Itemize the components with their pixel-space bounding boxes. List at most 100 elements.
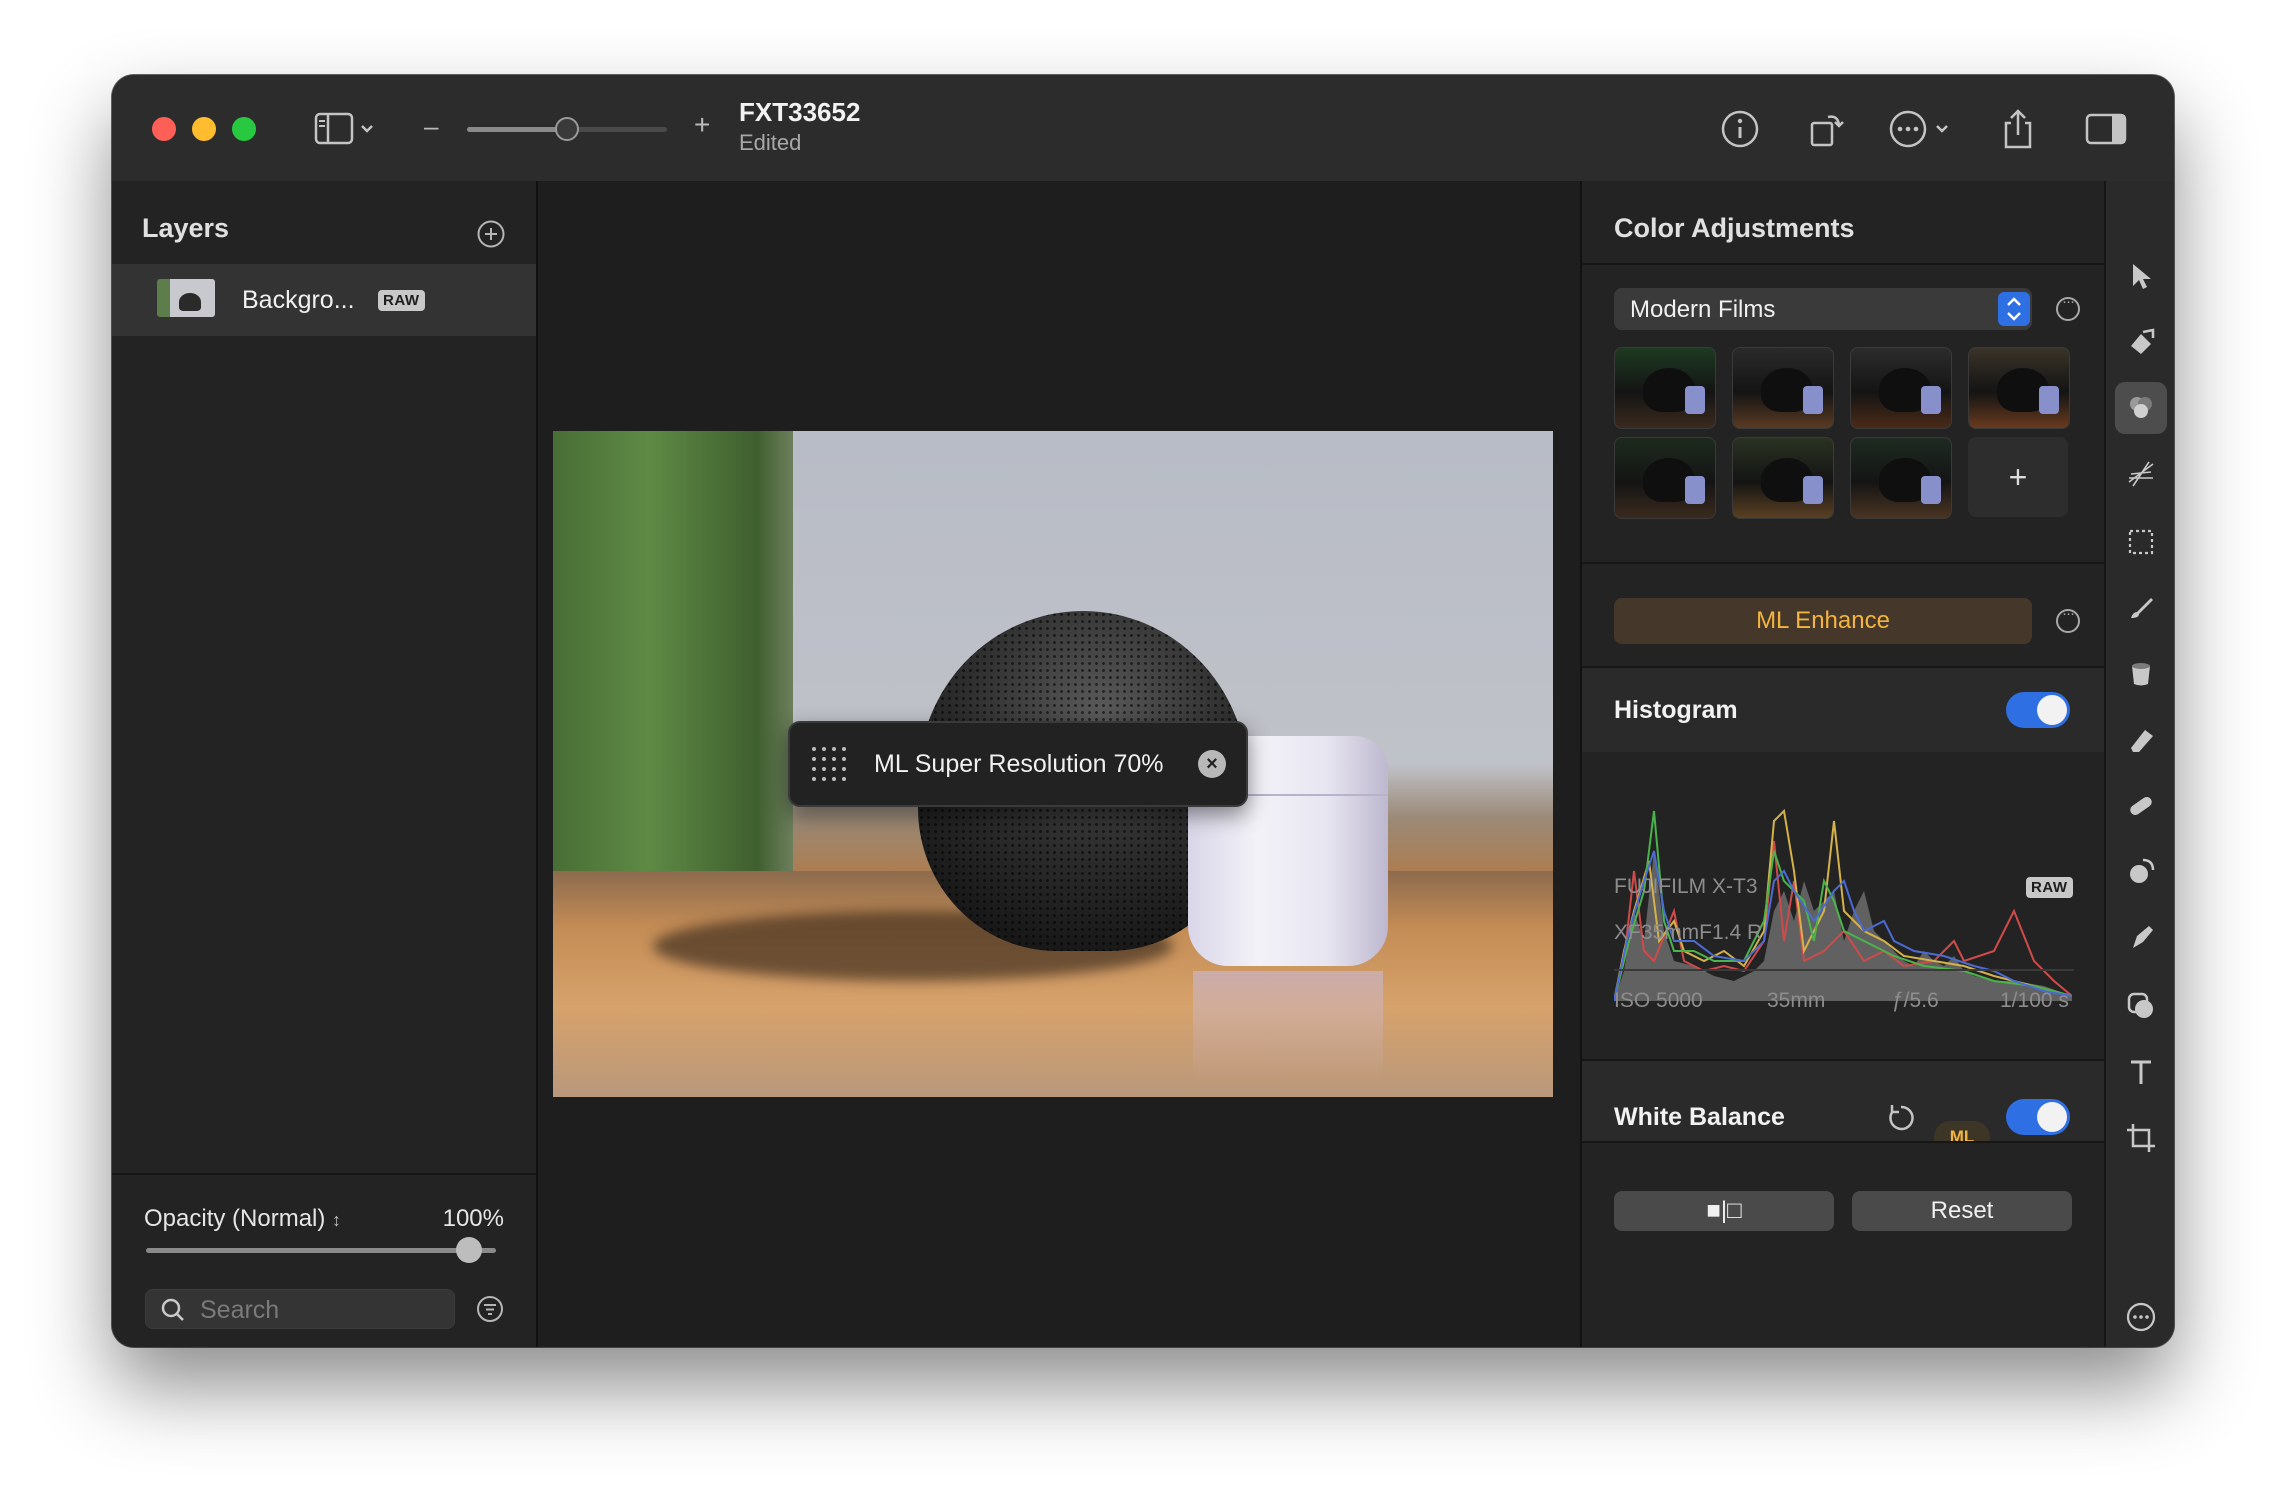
marquee-select-tool-button[interactable] [2115,516,2167,568]
preset-collection-select[interactable]: Modern Films [1614,288,2032,330]
eraser-tool-button[interactable] [2115,714,2167,766]
crop-tool-button[interactable] [2115,1112,2167,1164]
hud-status-text: ML Super Resolution 70% [874,750,1164,778]
share-icon [2004,109,2032,149]
ml-enhance-more-icon[interactable] [2056,605,2080,633]
white-balance-header: White Balance [1582,1061,2106,1141]
white-balance-toggle[interactable] [2006,1099,2070,1135]
inspector-toggle-button[interactable] [2082,105,2130,153]
minimize-window-button[interactable] [192,117,216,141]
preset-thumbnail[interactable] [1732,347,1834,429]
clone-tool-button[interactable] [2115,846,2167,898]
bucket-tool-button[interactable] [2115,648,2167,700]
preset-thumbnail[interactable] [1614,347,1716,429]
raw-badge: RAW [378,290,425,311]
divider [1582,562,2106,564]
color-adjustments-title: Color Adjustments [1614,213,1855,243]
camera-raw-badge: RAW [2026,877,2073,898]
filter-icon [477,1296,503,1322]
opacity-label: Opacity (Normal) [144,1205,326,1232]
zoom-window-button[interactable] [232,117,256,141]
zoom-out-icon[interactable]: – [424,111,438,142]
shapes-icon [2127,992,2153,1018]
zoom-slider-knob[interactable] [555,117,579,141]
preset-thumbnail[interactable] [1614,437,1716,519]
shapes-tool-button[interactable] [2115,980,2167,1032]
text-tool-button[interactable] [2115,1046,2167,1098]
histogram-header: Histogram [1582,668,2106,752]
add-preset-button[interactable]: + [1968,437,2068,517]
more-actions-button[interactable] [1886,105,1958,153]
preset-thumbnail[interactable] [1850,437,1952,519]
canvas-area[interactable]: ML Super Resolution 70% × [538,181,1580,1347]
text-icon [2131,1060,2151,1084]
bucket-icon [2132,663,2150,686]
bandage-icon [2130,796,2152,816]
photo-curtain [553,431,793,881]
close-window-button[interactable] [152,117,176,141]
preset-thumbnail[interactable] [1968,347,2070,429]
exif-focal-length: 35mm [1767,989,1826,1012]
select-arrow-tool-button[interactable] [2115,250,2167,302]
reset-button[interactable]: Reset [1852,1191,2072,1231]
search-icon [161,1298,184,1321]
white-balance-label: White Balance [1614,1103,1785,1131]
brush-icon [2131,598,2153,618]
compare-button[interactable]: ■|□ [1614,1191,1834,1231]
more-tool-button[interactable] [2115,1291,2167,1343]
rotate-icon [1810,115,1844,147]
search-placeholder: Search [200,1296,280,1324]
paint-bucket-tool-button[interactable] [2115,316,2167,368]
updown-chevron-icon: ↕ [332,1210,342,1230]
pen-tool-button[interactable] [2115,912,2167,964]
preset-thumbnail[interactable] [1850,347,1952,429]
effects-tool-button[interactable] [2115,448,2167,500]
opacity-value: 100% [442,1205,504,1232]
title-bar: – + FXT33652 Edited [112,75,2174,183]
sidebar-toggle-button[interactable] [310,105,382,153]
bandage-tool-button[interactable] [2115,780,2167,832]
revert-icon[interactable] [1884,1101,1918,1135]
opacity-slider-knob[interactable] [456,1237,482,1263]
cancel-process-button[interactable]: × [1198,750,1226,778]
exif-iso: ISO 5000 [1614,989,1703,1012]
processing-grid-icon [812,747,846,781]
layers-panel: Layers Backgro... RAW Opacity (Normal) ↕… [112,181,538,1347]
app-window: – + FXT33652 Edited Layers Backgro... RA… [112,75,2174,1347]
layer-row-background[interactable]: Backgro... RAW [112,264,536,336]
progress-hud: ML Super Resolution 70% × [788,721,1248,807]
preset-more-icon[interactable] [2056,293,2080,321]
document-title: FXT33652 [739,97,861,127]
info-button[interactable] [1716,105,1764,153]
share-button[interactable] [1994,105,2042,153]
zoom-slider[interactable] [467,117,667,141]
add-layer-button[interactable] [476,219,506,254]
zoom-slider-fill [467,127,567,132]
updown-chevron-icon [1998,292,2030,326]
ml-enhance-button[interactable]: ML Enhance [1614,598,2032,644]
pen-icon [2133,926,2153,948]
histogram-label: Histogram [1614,696,1738,724]
marquee-select-icon [2128,529,2154,555]
layer-search-field[interactable]: Search [145,1289,455,1329]
photo-reflection [1193,971,1383,1081]
select-arrow-icon [2133,264,2151,289]
opacity-blend-mode-selector[interactable]: Opacity (Normal) ↕ [144,1205,341,1233]
brush-tool-button[interactable] [2115,582,2167,634]
preset-thumbnail[interactable] [1732,437,1834,519]
rotate-button[interactable] [1802,105,1850,153]
zoom-in-icon[interactable]: + [694,109,710,141]
preset-collection-label: Modern Films [1630,296,1776,323]
color-adjustments-tool-button[interactable] [2115,382,2167,434]
color-adjustments-icon [2130,397,2152,418]
layer-options: Opacity (Normal) ↕ 100% Search [112,1173,536,1347]
histogram-toggle[interactable] [2006,692,2070,728]
filter-button[interactable] [476,1295,504,1328]
info-icon [1721,110,1759,148]
sidebar-icon [314,112,373,145]
opacity-slider[interactable] [146,1248,496,1253]
exif-shutter: 1/100 s [2000,989,2069,1012]
more-icon [2126,1302,2156,1332]
paint-bucket-icon [2131,328,2155,354]
camera-model: FUJIFILM X-T3 [1614,875,1758,898]
